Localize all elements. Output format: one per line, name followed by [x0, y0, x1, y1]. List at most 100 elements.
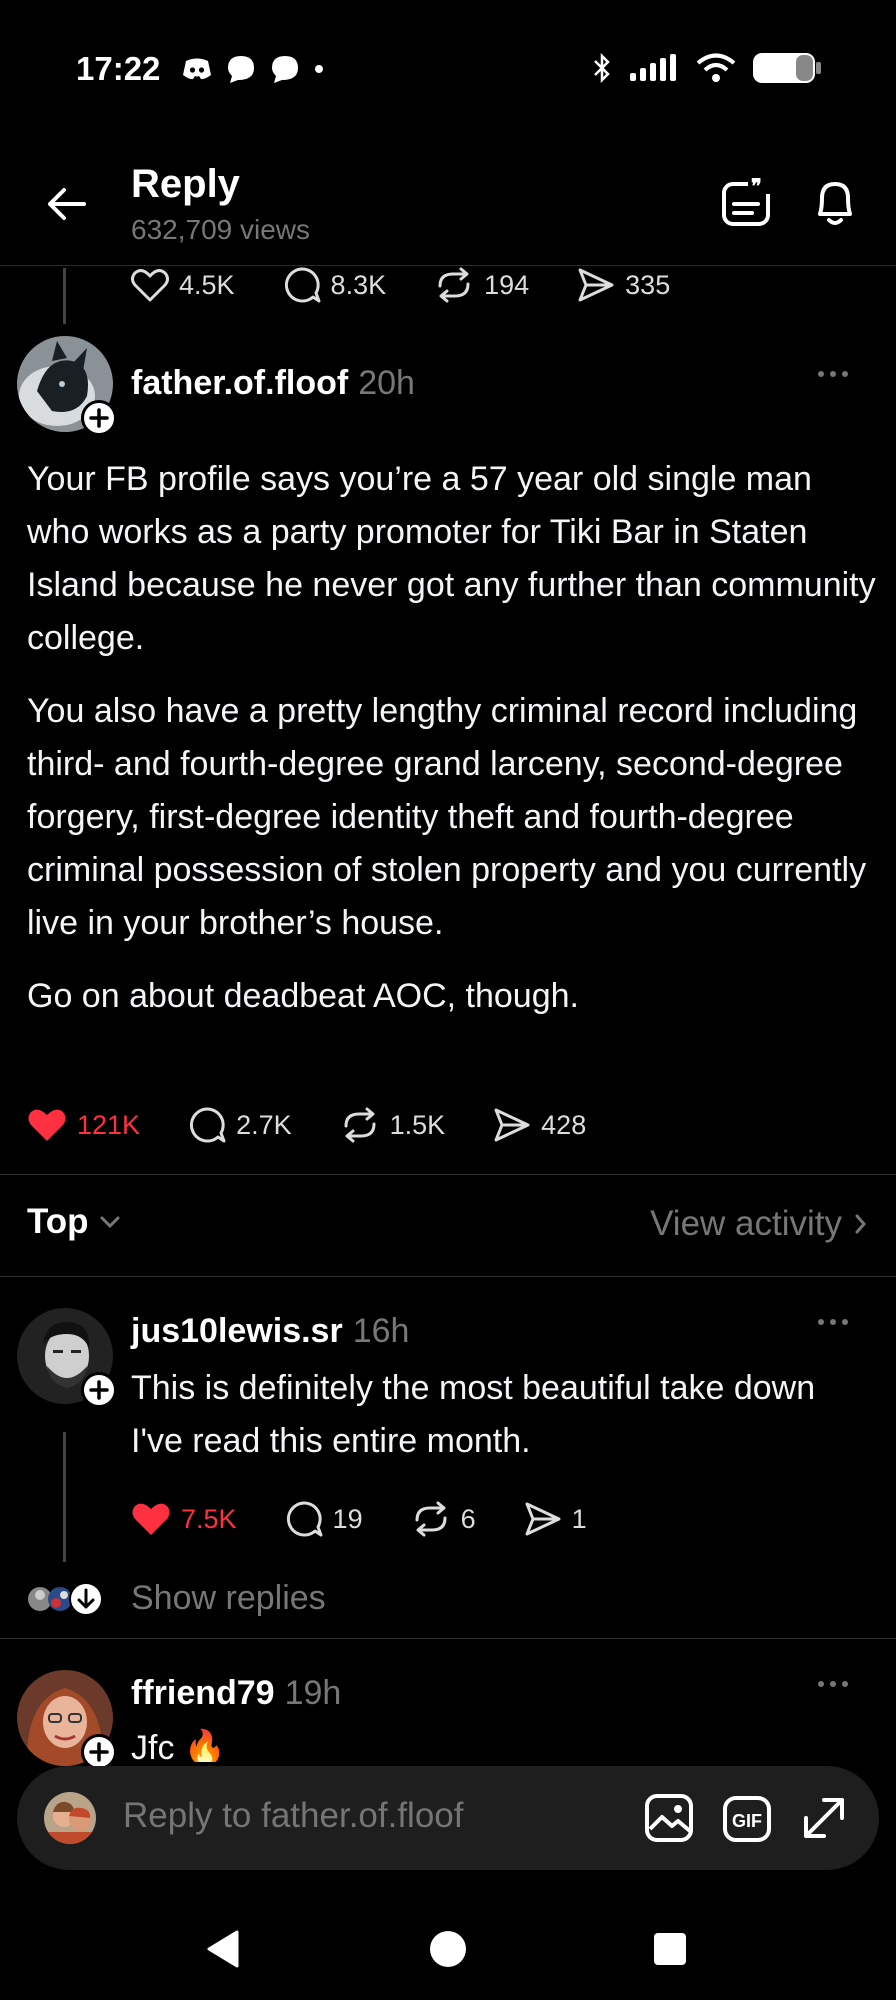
repost-count: 1.5K: [389, 1109, 446, 1140]
more-options-button[interactable]: [817, 370, 849, 378]
username[interactable]: ffriend79: [131, 1674, 275, 1712]
discord-icon: [183, 58, 211, 80]
comment-button[interactable]: 19: [285, 1500, 363, 1538]
like-button[interactable]: 4.5K: [131, 268, 235, 302]
share-count: 1: [571, 1503, 587, 1534]
share-button[interactable]: 335: [577, 267, 670, 303]
plus-icon: [89, 1742, 109, 1762]
back-arrow-icon[interactable]: [44, 182, 88, 226]
comment-text: This is definitely the most beautiful ta…: [131, 1369, 816, 1460]
dot-icon: [315, 65, 323, 73]
view-activity-link[interactable]: View activity: [650, 1204, 866, 1244]
chevron-right-icon: [855, 1214, 866, 1234]
send-icon: [525, 1502, 561, 1536]
comment-author-line: ffriend79 19h: [131, 1674, 341, 1713]
follow-plus-button[interactable]: [81, 1734, 117, 1770]
divider: [0, 1276, 896, 1277]
app-notification-icon: [228, 56, 254, 83]
divider: [0, 1638, 896, 1639]
battery-icon: [753, 53, 821, 83]
reply-count: 8.3K: [330, 269, 387, 300]
my-avatar: [44, 1792, 96, 1844]
reply-avatar-stack: [28, 1582, 103, 1616]
sort-label: Top: [27, 1202, 89, 1241]
plus-icon: [89, 408, 109, 428]
bell-icon[interactable]: [812, 178, 858, 228]
page-title: Reply: [131, 162, 240, 206]
svg-text:GIF: GIF: [732, 1811, 762, 1831]
reply-input[interactable]: [123, 1796, 503, 1836]
post-action-row: 121K 2.7K 1.5K 428: [27, 1106, 586, 1144]
username[interactable]: jus10lewis.sr: [131, 1312, 343, 1350]
view-count: 632,709 views: [131, 214, 311, 245]
timestamp: 20h: [358, 364, 415, 402]
nav-back-icon[interactable]: [205, 1929, 241, 1969]
avatar-image: [44, 1792, 96, 1844]
plus-icon: [89, 1380, 109, 1400]
system-status-icons: [592, 52, 822, 84]
more-options-button[interactable]: [817, 1318, 849, 1326]
heart-filled-icon: [132, 1503, 170, 1535]
timestamp: 19h: [284, 1674, 342, 1712]
show-replies-button[interactable]: Show replies: [131, 1579, 326, 1618]
bluetooth-icon: [594, 53, 610, 83]
like-count: 121K: [77, 1109, 141, 1140]
like-button[interactable]: 121K: [27, 1107, 140, 1143]
follow-plus-button[interactable]: [81, 400, 117, 436]
status-time: 17:22: [76, 50, 161, 87]
reply-avatars: [26, 1580, 106, 1618]
follow-plus-button[interactable]: [81, 1372, 117, 1408]
gif-icon[interactable]: GIF: [722, 1795, 772, 1843]
more-icon: [818, 371, 848, 377]
more-options-button[interactable]: [817, 1680, 849, 1688]
repost-icon: [438, 267, 470, 303]
post-paragraph: Your FB profile says you’re a 57 year ol…: [27, 460, 876, 657]
chevron-down-icon: [100, 1216, 120, 1229]
share-count: 335: [625, 269, 671, 300]
notification-icons: [182, 54, 324, 84]
like-count: 4.5K: [179, 269, 235, 300]
share-button[interactable]: 1: [524, 1501, 587, 1537]
nav-recents-icon[interactable]: [653, 1932, 687, 1966]
post-paragraph: You also have a pretty lengthy criminal …: [27, 692, 867, 942]
share-button[interactable]: 428: [493, 1107, 586, 1143]
repost-button[interactable]: 194: [434, 266, 529, 304]
svg-text:❞: ❞: [751, 176, 762, 198]
reply-count: 19: [332, 1503, 363, 1534]
parent-action-row: 4.5K 8.3K 194 335: [131, 266, 670, 304]
comment-author-line: jus10lewis.sr 16h: [131, 1312, 409, 1351]
comment-icon: [190, 1107, 226, 1143]
expand-icon[interactable]: [800, 1794, 848, 1842]
timestamp: 16h: [352, 1312, 410, 1350]
quote-summary-icon[interactable]: ❞: [720, 176, 774, 230]
repost-icon: [344, 1107, 376, 1143]
repost-count: 194: [484, 269, 530, 300]
comment-icon: [286, 1501, 323, 1537]
sort-dropdown[interactable]: Top: [27, 1202, 121, 1242]
send-icon: [494, 1108, 530, 1142]
gallery-icon[interactable]: [644, 1793, 694, 1843]
comment-text: Jfc 🔥: [131, 1729, 227, 1762]
like-count: 7.5K: [181, 1503, 237, 1534]
nav-home-icon[interactable]: [428, 1929, 468, 1969]
heart-filled-icon: [28, 1109, 66, 1141]
post-body: Your FB profile says you’re a 57 year ol…: [27, 453, 877, 1023]
send-icon: [578, 268, 614, 302]
thread-connector: [63, 1432, 66, 1562]
comment-button[interactable]: 8.3K: [283, 266, 387, 304]
view-activity-label: View activity: [650, 1204, 842, 1243]
repost-count: 6: [460, 1503, 476, 1534]
reply-count: 2.7K: [236, 1109, 292, 1140]
repost-button[interactable]: 6: [411, 1500, 476, 1538]
wifi-icon: [696, 53, 736, 82]
like-button[interactable]: 7.5K: [131, 1501, 237, 1537]
divider: [0, 1174, 896, 1175]
username[interactable]: father.of.floof: [131, 364, 348, 402]
app-notification-icon: [272, 56, 298, 83]
comment-button[interactable]: 2.7K: [188, 1106, 292, 1144]
repost-button[interactable]: 1.5K: [340, 1106, 446, 1144]
share-count: 428: [541, 1109, 587, 1140]
thread-connector: [63, 268, 66, 324]
repost-icon: [415, 1501, 447, 1537]
comment-action-row: 7.5K 19 6 1: [131, 1500, 587, 1538]
